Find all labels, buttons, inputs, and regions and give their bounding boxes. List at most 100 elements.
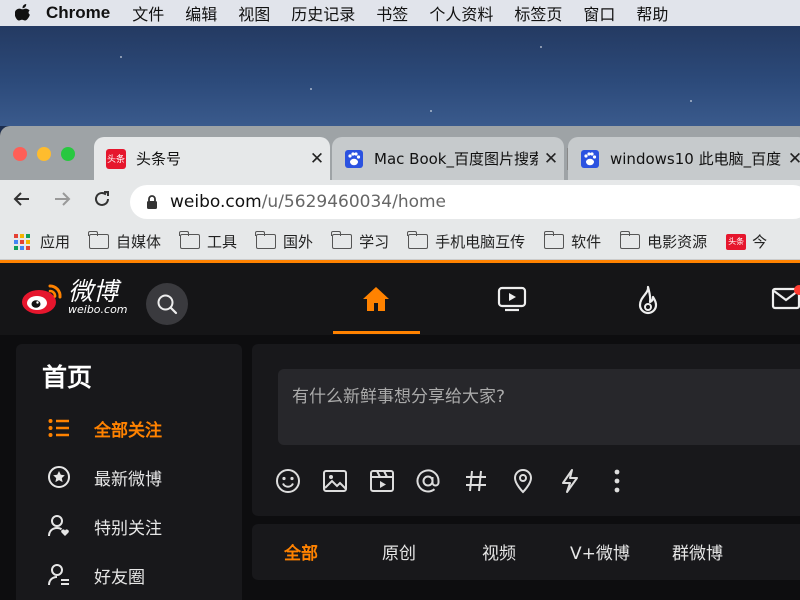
user-group-icon — [44, 560, 74, 590]
desktop-wallpaper — [0, 26, 800, 126]
tab-toutiao[interactable]: 头条 头条号 ✕ — [94, 137, 330, 180]
search-button[interactable] — [146, 283, 188, 325]
bookmark-label: 软件 — [571, 233, 602, 251]
folder-icon — [255, 231, 277, 249]
back-arrow-icon[interactable] — [2, 189, 42, 215]
lock-icon[interactable] — [146, 194, 158, 210]
menu-help[interactable]: 帮助 — [636, 1, 668, 25]
menu-file[interactable]: 文件 — [132, 1, 164, 25]
apple-icon[interactable] — [0, 3, 46, 23]
menu-edit[interactable]: 编辑 — [185, 1, 217, 25]
sidebar-item-latest[interactable]: 最新微博 — [44, 462, 162, 492]
bookmark-folder-abroad[interactable]: 国外 — [255, 231, 314, 252]
bookmark-folder-movies[interactable]: 电影资源 — [619, 231, 708, 252]
url-path: /u/5629460034/home — [261, 192, 447, 212]
bookmark-label: 电影资源 — [647, 233, 708, 251]
menu-bookmarks[interactable]: 书签 — [376, 1, 408, 25]
bookmark-folder-software[interactable]: 软件 — [543, 231, 602, 252]
bookmark-label: 手机电脑互传 — [435, 233, 526, 251]
folder-icon — [179, 231, 201, 249]
folder-icon — [331, 231, 353, 249]
nav-hot[interactable] — [628, 281, 668, 321]
tab-baidu-macbook[interactable]: Mac Book_百度图片搜索 ✕ — [332, 137, 564, 180]
filter-original[interactable]: 原创 — [382, 539, 416, 564]
close-window-button[interactable] — [13, 147, 27, 161]
menu-view[interactable]: 视图 — [238, 1, 270, 25]
sidebar-item-friends[interactable]: 好友圈 — [44, 560, 145, 590]
menu-profiles[interactable]: 个人资料 — [429, 1, 493, 25]
folder-icon — [543, 231, 565, 249]
sidebar-item-label: 好友圈 — [94, 567, 145, 588]
more-icon[interactable] — [602, 466, 632, 496]
nav-home[interactable] — [356, 279, 396, 319]
logo-title: 微博 — [68, 277, 119, 306]
filter-vplus[interactable]: V+微博 — [570, 539, 630, 564]
nav-messages[interactable] — [766, 279, 800, 319]
list-icon — [44, 413, 74, 443]
bookmark-apps[interactable]: 应用 — [14, 231, 70, 252]
menu-window[interactable]: 窗口 — [583, 1, 615, 25]
notification-badge — [794, 285, 800, 295]
bookmark-label: 国外 — [283, 233, 314, 251]
forward-arrow-icon[interactable] — [42, 189, 82, 215]
menu-history[interactable]: 历史记录 — [291, 1, 355, 25]
tab-close-icon[interactable]: ✕ — [782, 149, 800, 169]
emoji-icon[interactable] — [273, 466, 303, 496]
video-icon — [497, 286, 527, 312]
mac-menubar: Chrome 文件 编辑 视图 历史记录 书签 个人资料 标签页 窗口 帮助 — [0, 0, 800, 26]
sidebar-title: 首页 — [42, 363, 93, 392]
feed-filter-bar: 全部 原创 视频 V+微博 群微博 — [252, 524, 800, 580]
maximize-window-button[interactable] — [61, 147, 75, 161]
filter-group[interactable]: 群微博 — [672, 539, 723, 564]
filter-video[interactable]: 视频 — [482, 539, 516, 564]
logo-subtitle: weibo.com — [68, 303, 128, 316]
bookmark-folder-transfer[interactable]: 手机电脑互传 — [407, 231, 526, 252]
weibo-logo-text: 微博 weibo.com — [68, 277, 128, 317]
bookmark-folder-zimeiti[interactable]: 自媒体 — [88, 231, 161, 252]
address-bar[interactable]: weibo.com/u/5629460034/home — [130, 185, 800, 219]
post-composer: 有什么新鲜事想分享给大家? — [252, 344, 800, 516]
search-icon — [157, 294, 178, 315]
weibo-eye-icon — [20, 280, 64, 316]
url-host: weibo.com — [170, 192, 262, 212]
sidebar-item-all-follow[interactable]: 全部关注 — [44, 413, 162, 443]
menu-tabs[interactable]: 标签页 — [514, 1, 562, 25]
bookmark-label: 学习 — [359, 233, 390, 251]
tab-baidu-windows10[interactable]: windows10 此电脑_百度 ✕ — [568, 137, 800, 180]
baidu-paw-icon — [344, 149, 364, 169]
bookmark-folder-study[interactable]: 学习 — [331, 231, 390, 252]
mention-icon[interactable] — [413, 466, 443, 496]
weibo-logo[interactable]: 微博 weibo.com — [20, 279, 128, 316]
home-sidebar: 首页 全部关注 最新微博 特别关注 好友圈 — [16, 344, 242, 600]
video-icon[interactable] — [367, 466, 397, 496]
home-icon — [363, 287, 389, 311]
bookmark-label: 今 — [752, 233, 768, 251]
tab-title: Mac Book_百度图片搜索 — [374, 150, 538, 168]
bookmarks-bar: 应用 自媒体 工具 国外 学习 手机电脑互传 软件 电影资源 头条 今 — [0, 224, 800, 260]
bookmark-folder-tools[interactable]: 工具 — [179, 231, 237, 252]
weibo-navbar: 微博 weibo.com — [0, 263, 800, 335]
reload-icon[interactable] — [82, 189, 122, 215]
tab-close-icon[interactable]: ✕ — [538, 149, 564, 169]
lightning-icon[interactable] — [555, 466, 585, 496]
baidu-paw-icon — [580, 149, 600, 169]
sidebar-item-label: 最新微博 — [94, 469, 162, 490]
filter-all[interactable]: 全部 — [284, 539, 318, 564]
topic-icon[interactable] — [461, 466, 491, 496]
bookmark-toutiao[interactable]: 头条 今 — [726, 231, 767, 252]
folder-icon — [88, 231, 110, 249]
weibo-page: 微博 weibo.com 首页 全部关注 最新微博 特别关注 好友圈 有什么新鲜… — [0, 260, 800, 600]
nav-home-indicator — [333, 331, 420, 334]
sidebar-item-special[interactable]: 特别关注 — [44, 511, 162, 541]
location-icon[interactable] — [508, 466, 538, 496]
tab-strip: 头条 头条号 ✕ Mac Book_百度图片搜索 ✕ windows10 此电脑… — [0, 126, 800, 180]
chrome-window: 头条 头条号 ✕ Mac Book_百度图片搜索 ✕ windows10 此电脑… — [0, 126, 800, 600]
nav-video[interactable] — [492, 279, 532, 319]
bookmark-label: 应用 — [40, 233, 71, 251]
menubar-app-name[interactable]: Chrome — [46, 3, 110, 23]
image-icon[interactable] — [320, 466, 350, 496]
minimize-window-button[interactable] — [37, 147, 51, 161]
compose-input[interactable]: 有什么新鲜事想分享给大家? — [278, 369, 800, 445]
tab-close-icon[interactable]: ✕ — [304, 149, 330, 169]
tab-title: windows10 此电脑_百度 — [610, 150, 782, 168]
